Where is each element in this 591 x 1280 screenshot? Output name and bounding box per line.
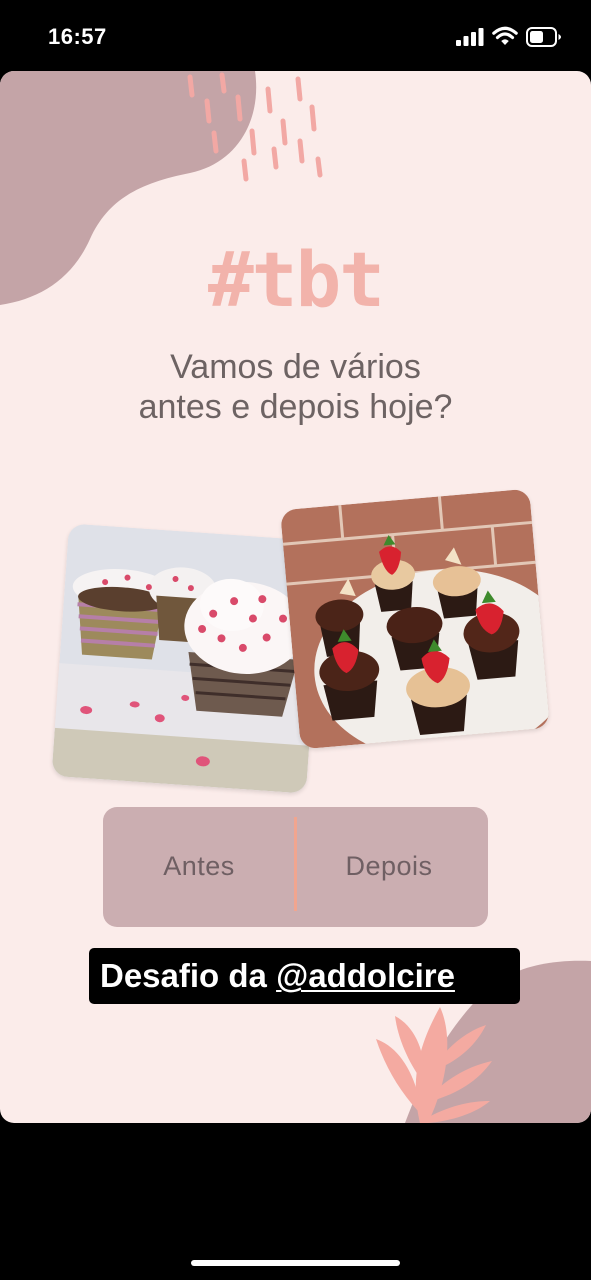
- question-line-2: antes e depois hoje?: [138, 388, 453, 426]
- story-card[interactable]: #tbt Vamos de vários antes e depois hoje…: [0, 71, 591, 1123]
- cupcakes-after-photo: [280, 488, 550, 750]
- before-after-panel: Antes Depois: [103, 807, 488, 927]
- panel-divider: [294, 817, 297, 911]
- wifi-icon: [492, 26, 518, 45]
- after-label: Depois: [345, 851, 433, 881]
- before-label: Antes: [163, 851, 235, 881]
- mention-link[interactable]: @addolcire: [276, 957, 455, 994]
- caption-sticker[interactable]: Desafio da @addolcire: [89, 948, 520, 1004]
- status-bar: 16:57: [0, 0, 591, 72]
- hashtag-title: #tbt: [207, 235, 385, 324]
- clock: 16:57: [48, 24, 107, 49]
- home-indicator[interactable]: [191, 1260, 400, 1266]
- battery-icon: [526, 27, 561, 47]
- caption-prefix: Desafio da: [100, 957, 277, 994]
- question-text: Vamos de vários antes e depois hoje?: [0, 347, 591, 427]
- cellular-signal-icon: [456, 28, 484, 46]
- cupcakes-before-photo: [51, 523, 324, 794]
- question-line-1: Vamos de vários: [170, 348, 421, 386]
